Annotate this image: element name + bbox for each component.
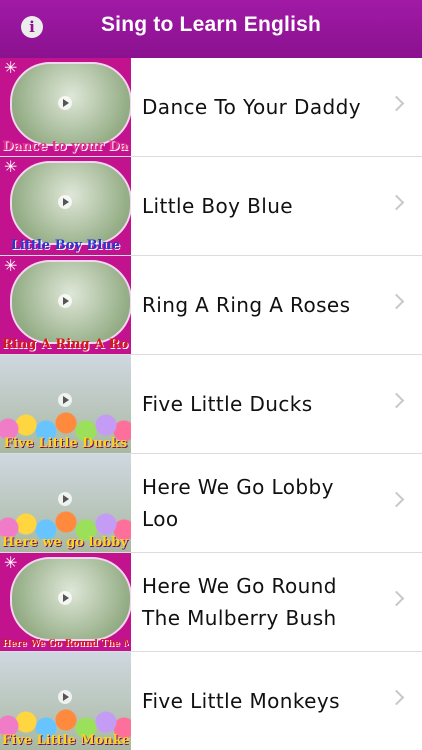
thumbnail-caption: Ring A Ring A Roses <box>2 337 129 352</box>
thumbnail-caption: Little Boy Blue <box>10 238 121 253</box>
song-row-mulberry-bush[interactable]: ✳ Here We Go Round The Mulberry Bush Her… <box>0 553 422 652</box>
page-title: Sing to Learn English <box>100 13 322 36</box>
song-title: Here We Go Lobby Loo <box>142 475 334 531</box>
song-thumbnail: ✳ Dance to your Daddy <box>0 58 131 156</box>
thumbnail-caption: Here we go lobby loo <box>2 535 129 550</box>
navigation-bar: i Sing to Learn English <box>0 0 422 58</box>
play-icon <box>58 294 72 308</box>
song-thumbnail: Here we go lobby loo <box>0 454 131 552</box>
thumbnail-caption: Here We Go Round The Mulberry Bush <box>2 639 129 649</box>
song-title: Five Little Monkeys <box>142 689 340 713</box>
song-title: Ring A Ring A Roses <box>142 293 351 317</box>
song-thumbnail: Five Little Ducks <box>0 355 131 453</box>
play-icon <box>58 492 72 506</box>
song-thumbnail: ✳ Ring A Ring A Roses <box>0 256 131 354</box>
thumbnail-caption: Five Little Monkeys <box>2 733 129 748</box>
sparkle-icon: ✳ <box>4 58 18 77</box>
song-thumbnail: Five Little Monkeys <box>0 652 131 750</box>
song-title: Dance To Your Daddy <box>142 95 361 119</box>
song-row-dance-to-your-daddy[interactable]: ✳ Dance to your Daddy Dance To Your Dadd… <box>0 58 422 157</box>
play-icon <box>58 690 72 704</box>
sparkle-icon: ✳ <box>4 256 18 275</box>
chevron-right-icon <box>388 689 405 706</box>
play-icon <box>58 591 72 605</box>
play-icon <box>58 96 72 110</box>
chevron-right-icon <box>388 194 405 211</box>
chevron-right-icon <box>388 293 405 310</box>
song-row-here-we-go-lobby-loo[interactable]: Here we go lobby loo Here We Go Lobby Lo… <box>0 454 422 553</box>
song-thumbnail: ✳ Little Boy Blue <box>0 157 131 255</box>
song-list: ✳ Dance to your Daddy Dance To Your Dadd… <box>0 58 422 750</box>
chevron-right-icon <box>388 491 405 508</box>
sparkle-icon: ✳ <box>4 553 18 572</box>
song-row-five-little-ducks[interactable]: Five Little Ducks Five Little Ducks <box>0 355 422 454</box>
song-row-ring-a-ring-a-roses[interactable]: ✳ Ring A Ring A Roses Ring A Ring A Rose… <box>0 256 422 355</box>
thumbnail-caption: Dance to your Daddy <box>2 139 129 154</box>
song-title: Little Boy Blue <box>142 194 294 218</box>
song-title: Here We Go Round The Mulberry Bush <box>142 574 337 630</box>
song-title: Five Little Ducks <box>142 392 313 416</box>
song-row-five-little-monkeys[interactable]: Five Little Monkeys Five Little Monkeys <box>0 652 422 750</box>
song-thumbnail: ✳ Here We Go Round The Mulberry Bush <box>0 553 131 651</box>
play-icon <box>58 195 72 209</box>
chevron-right-icon <box>388 95 405 112</box>
chevron-right-icon <box>388 392 405 409</box>
thumbnail-caption: Five Little Ducks <box>3 436 128 451</box>
song-row-little-boy-blue[interactable]: ✳ Little Boy Blue Little Boy Blue <box>0 157 422 256</box>
play-icon <box>58 393 72 407</box>
sparkle-icon: ✳ <box>4 157 18 176</box>
chevron-right-icon <box>388 590 405 607</box>
